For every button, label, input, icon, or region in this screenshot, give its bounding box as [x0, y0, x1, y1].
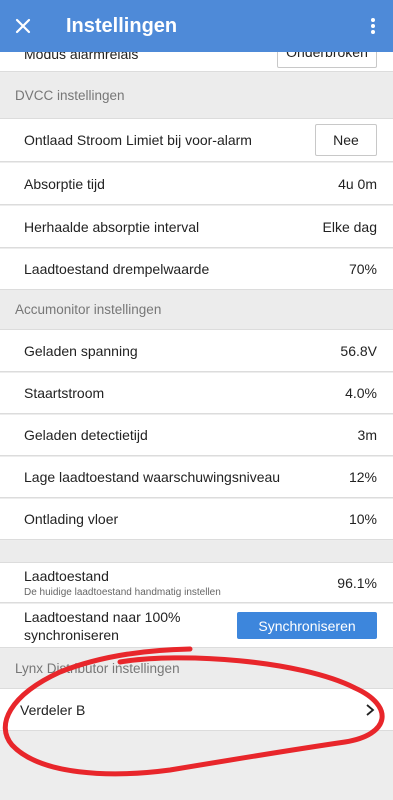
row-value: 70%: [348, 261, 377, 277]
lynx-distributor-item[interactable]: Verdeler B: [0, 689, 393, 731]
row-value: 10%: [348, 511, 377, 527]
soc-label-group: Laadtoestand De huidige laadtoestand han…: [24, 568, 337, 598]
row-label: Herhaalde absorptie interval: [24, 218, 200, 235]
row-sublabel: De huidige laadtoestand handmatig instel…: [24, 586, 221, 598]
section-dvcc: DVCC instellingen: [0, 73, 393, 119]
accumonitor-row-low-soc-warning[interactable]: Lage laadtoestand waarschuwingsniveau 12…: [0, 457, 393, 498]
dvcc-row-absorption-time[interactable]: Absorptie tijd 4u 0m: [0, 163, 393, 205]
row-value: 56.8V: [340, 342, 377, 359]
soc-row[interactable]: Laadtoestand De huidige laadtoestand han…: [0, 563, 393, 603]
row-label: Staartstroom: [24, 385, 105, 401]
accumonitor-row-discharge-floor[interactable]: Ontlading vloer 10%: [0, 499, 393, 540]
synchronize-button[interactable]: Synchroniseren: [237, 612, 377, 639]
row-value: 3m: [357, 427, 377, 443]
overflow-menu-button[interactable]: [353, 0, 393, 52]
row-label: Geladen detectietijd: [24, 427, 148, 443]
close-button[interactable]: [0, 0, 46, 52]
discharge-limit-value[interactable]: Nee: [315, 124, 377, 156]
row-label: Geladen spanning: [24, 342, 138, 359]
section-lynx: Lynx Distributor instellingen: [0, 649, 393, 689]
row-label: Ontlading vloer: [24, 511, 119, 527]
chevron-right-icon: [366, 703, 375, 716]
close-icon: [15, 18, 31, 34]
sync-row: Laadtoestand naar 100% synchroniseren Sy…: [0, 604, 393, 648]
row-value: 96.1%: [337, 574, 377, 591]
sync-label-line2: synchroniseren: [24, 626, 119, 643]
row-value: Elke dag: [322, 218, 377, 235]
section-spacer: [0, 541, 393, 563]
page-title: Instellingen: [66, 14, 178, 37]
section-accumonitor: Accumonitor instellingen: [0, 290, 393, 330]
row-value: 4u 0m: [338, 175, 377, 192]
row-label: Laadtoestand: [24, 567, 109, 584]
accumonitor-row-detection-time[interactable]: Geladen detectietijd 3m: [0, 415, 393, 456]
row-value: 4.0%: [345, 385, 377, 401]
accumonitor-row-tail-current[interactable]: Staartstroom 4.0%: [0, 373, 393, 414]
row-label: Verdeler B: [20, 701, 86, 718]
dvcc-row-soc-threshold[interactable]: Laadtoestand drempelwaarde 70%: [0, 249, 393, 290]
dvcc-row-absorption-interval[interactable]: Herhaalde absorptie interval Elke dag: [0, 206, 393, 248]
sync-label-line1: Laadtoestand naar 100%: [24, 608, 181, 625]
row-label: Lage laadtoestand waarschuwingsniveau: [24, 469, 281, 485]
more-vertical-icon: [371, 18, 375, 34]
app-header: Instellingen: [0, 0, 393, 52]
row-value: 12%: [348, 469, 377, 485]
row-label: Laadtoestand drempelwaarde: [24, 261, 210, 277]
sync-label: Laadtoestand naar 100% synchroniseren: [24, 608, 237, 644]
settings-list: Modus alarmrelais Onderbroken DVCC inste…: [0, 0, 393, 800]
accumonitor-row-charged-voltage[interactable]: Geladen spanning 56.8V: [0, 330, 393, 372]
dvcc-row-discharge-limit[interactable]: Ontlaad Stroom Limiet bij voor-alarm Nee: [0, 119, 393, 162]
row-label: Ontlaad Stroom Limiet bij voor-alarm: [24, 132, 252, 148]
row-label: Absorptie tijd: [24, 175, 105, 192]
